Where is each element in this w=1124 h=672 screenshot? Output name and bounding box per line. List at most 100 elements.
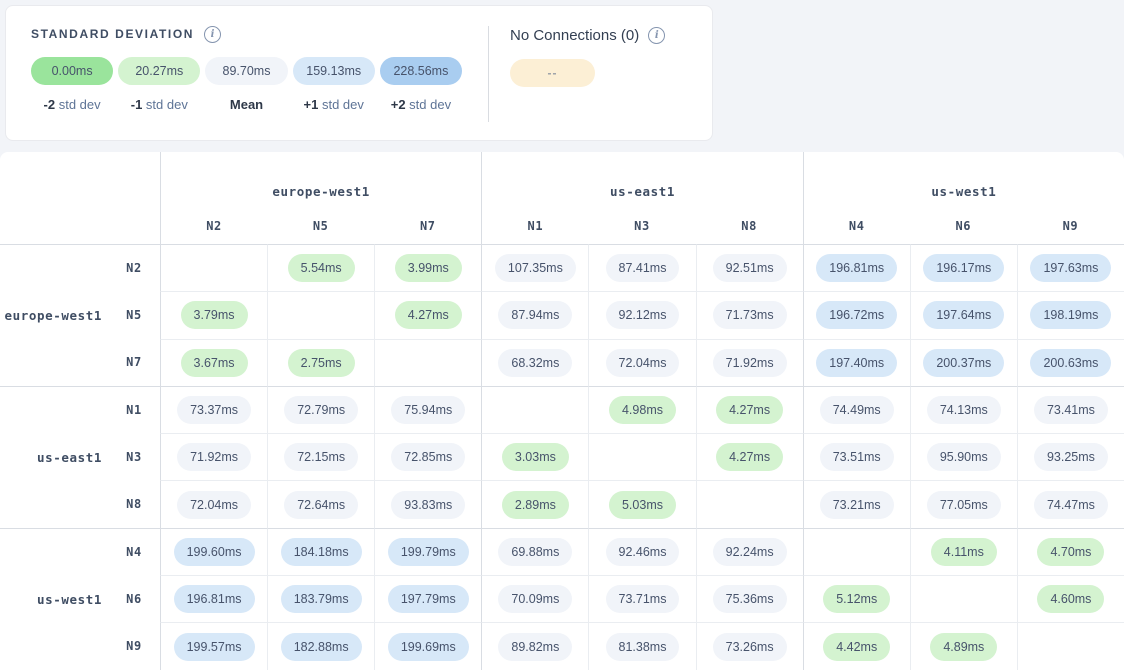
latency-cell[interactable]: 197.79ms — [374, 575, 481, 622]
latency-cell[interactable]: 196.81ms — [160, 575, 267, 622]
latency-cell[interactable]: 87.41ms — [588, 244, 695, 291]
latency-cell[interactable]: 197.63ms — [1017, 244, 1124, 291]
column-node-header: N3 — [588, 208, 695, 244]
latency-cell[interactable]: 199.69ms — [374, 622, 481, 669]
latency-cell[interactable]: 196.72ms — [803, 291, 910, 338]
latency-cell[interactable]: 72.64ms — [267, 480, 374, 527]
latency-cell[interactable]: 2.89ms — [481, 480, 588, 527]
latency-cell[interactable]: 4.42ms — [803, 622, 910, 669]
latency-cell[interactable]: 3.03ms — [481, 433, 588, 480]
latency-cell[interactable]: 71.92ms — [160, 433, 267, 480]
latency-cell[interactable]: 4.98ms — [588, 386, 695, 433]
latency-cell[interactable]: 5.03ms — [588, 480, 695, 527]
latency-cell[interactable]: 93.25ms — [1017, 433, 1124, 480]
latency-cell[interactable]: 70.09ms — [481, 575, 588, 622]
latency-cell[interactable] — [588, 433, 695, 480]
row-region-label: us-east1 — [0, 386, 108, 528]
latency-cell[interactable]: 89.82ms — [481, 622, 588, 669]
latency-cell[interactable]: 197.64ms — [910, 291, 1017, 338]
latency-value-pill: 184.18ms — [281, 538, 362, 566]
latency-cell[interactable]: 92.51ms — [696, 244, 803, 291]
latency-cell[interactable]: 4.27ms — [374, 291, 481, 338]
latency-cell[interactable]: 95.90ms — [910, 433, 1017, 480]
latency-cell[interactable]: 92.46ms — [588, 528, 695, 575]
latency-value-pill: 71.92ms — [177, 443, 251, 471]
latency-cell[interactable]: 196.17ms — [910, 244, 1017, 291]
latency-cell[interactable]: 4.89ms — [910, 622, 1017, 669]
latency-cell[interactable]: 73.41ms — [1017, 386, 1124, 433]
latency-cell[interactable]: 4.60ms — [1017, 575, 1124, 622]
latency-cell[interactable]: 72.04ms — [588, 339, 695, 386]
latency-cell[interactable]: 72.04ms — [160, 480, 267, 527]
latency-cell[interactable]: 72.15ms — [267, 433, 374, 480]
legend-pill-row: 0.00ms20.27ms89.70ms159.13ms228.56ms — [31, 57, 462, 85]
latency-cell[interactable] — [374, 339, 481, 386]
latency-value-pill: 72.04ms — [606, 349, 680, 377]
latency-cell[interactable]: 197.40ms — [803, 339, 910, 386]
latency-cell[interactable]: 73.26ms — [696, 622, 803, 669]
latency-cell[interactable]: 92.12ms — [588, 291, 695, 338]
latency-cell[interactable]: 92.24ms — [696, 528, 803, 575]
latency-cell[interactable]: 4.70ms — [1017, 528, 1124, 575]
latency-cell[interactable] — [696, 480, 803, 527]
latency-cell[interactable]: 200.37ms — [910, 339, 1017, 386]
latency-cell[interactable]: 199.79ms — [374, 528, 481, 575]
latency-cell[interactable]: 2.75ms — [267, 339, 374, 386]
latency-value-pill: 73.71ms — [606, 585, 680, 613]
std-deviation-title: STANDARD DEVIATION — [31, 27, 194, 41]
latency-cell[interactable]: 199.57ms — [160, 622, 267, 669]
latency-cell[interactable]: 75.36ms — [696, 575, 803, 622]
latency-cell[interactable]: 77.05ms — [910, 480, 1017, 527]
latency-cell[interactable]: 69.88ms — [481, 528, 588, 575]
latency-cell[interactable] — [160, 244, 267, 291]
latency-cell[interactable]: 107.35ms — [481, 244, 588, 291]
vertical-divider — [488, 26, 489, 122]
latency-cell[interactable]: 71.92ms — [696, 339, 803, 386]
latency-cell[interactable]: 73.71ms — [588, 575, 695, 622]
latency-cell[interactable]: 73.37ms — [160, 386, 267, 433]
latency-cell[interactable] — [910, 575, 1017, 622]
latency-cell[interactable]: 196.81ms — [803, 244, 910, 291]
latency-value-pill: 77.05ms — [927, 491, 1001, 519]
latency-cell[interactable]: 4.27ms — [696, 386, 803, 433]
latency-cell[interactable]: 183.79ms — [267, 575, 374, 622]
latency-value-pill: 75.94ms — [391, 396, 465, 424]
latency-cell[interactable]: 4.11ms — [910, 528, 1017, 575]
latency-cell[interactable]: 74.47ms — [1017, 480, 1124, 527]
latency-value-pill: 4.89ms — [930, 633, 997, 661]
latency-cell[interactable]: 4.27ms — [696, 433, 803, 480]
latency-value-pill: 198.19ms — [1030, 301, 1111, 329]
latency-cell[interactable]: 200.63ms — [1017, 339, 1124, 386]
latency-cell[interactable]: 199.60ms — [160, 528, 267, 575]
latency-cell[interactable]: 73.51ms — [803, 433, 910, 480]
latency-cell[interactable]: 3.67ms — [160, 339, 267, 386]
column-region-header: us-east1 — [481, 152, 802, 208]
latency-value-pill: 5.03ms — [609, 491, 676, 519]
info-icon[interactable]: i — [204, 26, 221, 43]
latency-cell[interactable]: 184.18ms — [267, 528, 374, 575]
latency-cell[interactable]: 87.94ms — [481, 291, 588, 338]
latency-cell[interactable]: 72.85ms — [374, 433, 481, 480]
latency-cell[interactable]: 3.99ms — [374, 244, 481, 291]
latency-cell[interactable]: 75.94ms — [374, 386, 481, 433]
latency-cell[interactable] — [267, 291, 374, 338]
legend-pill: 89.70ms — [205, 57, 287, 85]
latency-cell[interactable]: 72.79ms — [267, 386, 374, 433]
latency-cell[interactable]: 68.32ms — [481, 339, 588, 386]
latency-cell[interactable] — [803, 528, 910, 575]
latency-cell[interactable] — [1017, 622, 1124, 669]
latency-cell[interactable]: 5.54ms — [267, 244, 374, 291]
latency-cell[interactable]: 81.38ms — [588, 622, 695, 669]
latency-cell[interactable]: 74.13ms — [910, 386, 1017, 433]
latency-cell[interactable]: 73.21ms — [803, 480, 910, 527]
latency-cell[interactable] — [481, 386, 588, 433]
latency-cell[interactable]: 93.83ms — [374, 480, 481, 527]
latency-cell[interactable]: 3.79ms — [160, 291, 267, 338]
latency-cell[interactable]: 5.12ms — [803, 575, 910, 622]
latency-cell[interactable]: 74.49ms — [803, 386, 910, 433]
latency-cell[interactable]: 71.73ms — [696, 291, 803, 338]
latency-cell[interactable]: 182.88ms — [267, 622, 374, 669]
info-icon[interactable]: i — [648, 27, 665, 44]
row-node-label: N2 — [108, 244, 160, 291]
latency-cell[interactable]: 198.19ms — [1017, 291, 1124, 338]
